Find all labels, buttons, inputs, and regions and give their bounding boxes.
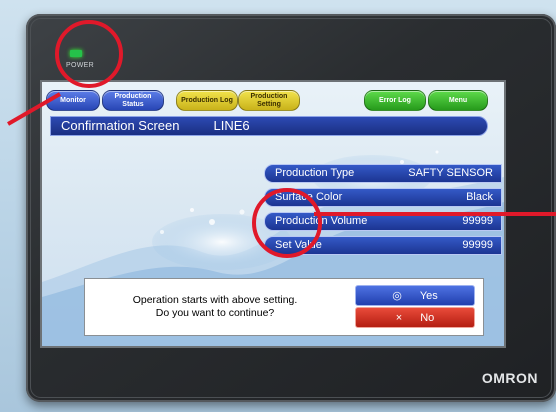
field-production-type: Production Type SAFTY SENSOR	[264, 164, 502, 183]
error-log-button[interactable]: Error Log	[364, 90, 426, 111]
power-highlight-ring	[55, 20, 123, 88]
brand-logo: OMRON	[481, 370, 538, 386]
dialog-message: Operation starts with above setting. Do …	[85, 279, 345, 335]
no-button[interactable]: × No	[355, 307, 475, 328]
no-label: No	[420, 311, 435, 324]
confirmation-dialog: Operation starts with above setting. Do …	[84, 278, 484, 336]
yes-label: Yes	[419, 289, 438, 302]
dialog-message-line2: Do you want to continue?	[155, 307, 275, 319]
cross-icon: ×	[395, 311, 403, 324]
circle-icon: ◎	[392, 290, 402, 302]
production-log-button[interactable]: Production Log	[176, 90, 238, 111]
production-status-button[interactable]: Production Status	[102, 90, 164, 111]
screen-title: Confirmation Screen	[61, 118, 180, 133]
field-value: SAFTY SENSOR	[408, 167, 493, 179]
field-label: Production Type	[275, 167, 355, 179]
production-setting-button[interactable]: Production Setting	[238, 90, 300, 111]
yes-button[interactable]: ◎ Yes	[355, 285, 475, 306]
monitor-button[interactable]: Monitor	[46, 90, 100, 111]
screen-title-bar: Confirmation Screen LINE6	[50, 116, 488, 136]
dialog-message-line1: Operation starts with above setting.	[132, 294, 298, 306]
volume-highlight-ring	[252, 188, 322, 258]
menu-button[interactable]: Menu	[428, 90, 488, 111]
volume-callout-line	[314, 212, 556, 216]
field-value: Black	[466, 191, 493, 203]
line-id: LINE6	[213, 118, 250, 133]
field-value: 99999	[462, 239, 493, 251]
